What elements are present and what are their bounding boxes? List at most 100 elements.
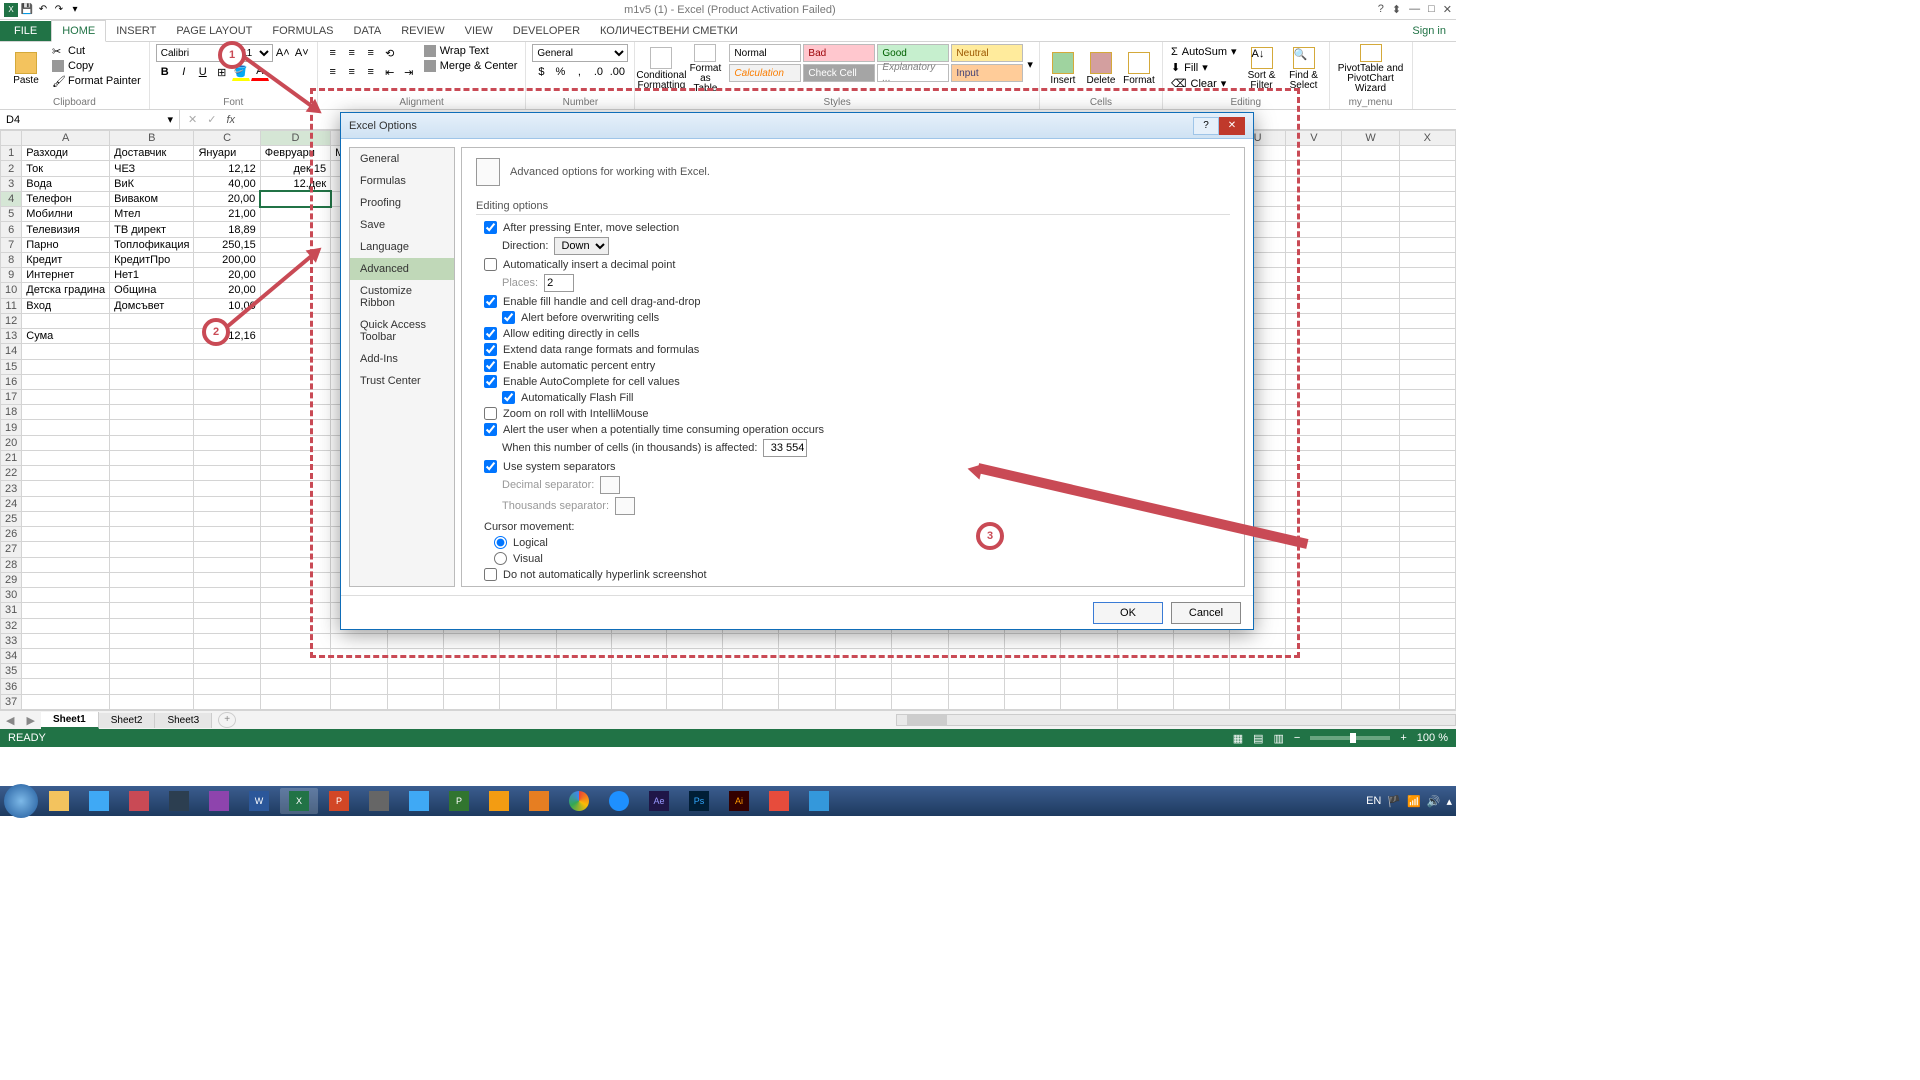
- cell[interactable]: [194, 496, 260, 511]
- cell[interactable]: [779, 679, 836, 694]
- cell[interactable]: [1286, 618, 1342, 633]
- cell[interactable]: Интернет: [22, 268, 110, 283]
- bold-button[interactable]: B: [156, 63, 174, 81]
- indent-inc-icon[interactable]: ⇥: [400, 63, 418, 81]
- cell[interactable]: [1342, 542, 1399, 557]
- cell[interactable]: [22, 648, 110, 663]
- percent-icon[interactable]: %: [551, 63, 569, 81]
- cell[interactable]: [110, 329, 194, 344]
- cell[interactable]: [260, 389, 330, 404]
- cell[interactable]: [1342, 618, 1399, 633]
- cell[interactable]: [835, 679, 891, 694]
- cell[interactable]: [260, 329, 330, 344]
- cell[interactable]: [1286, 679, 1342, 694]
- cell[interactable]: [1286, 511, 1342, 526]
- cell[interactable]: [260, 298, 330, 313]
- cell[interactable]: [387, 679, 443, 694]
- cell[interactable]: [110, 648, 194, 663]
- nav-general[interactable]: General: [350, 148, 454, 170]
- fill-button[interactable]: ⬇Fill▾: [1169, 60, 1239, 75]
- cell[interactable]: [110, 389, 194, 404]
- dialog-close-button[interactable]: ✕: [1219, 117, 1245, 135]
- underline-button[interactable]: U: [194, 63, 212, 81]
- enter-formula-icon[interactable]: ✓: [207, 113, 216, 126]
- cell[interactable]: [779, 694, 836, 709]
- cell[interactable]: [1399, 466, 1455, 481]
- cell[interactable]: [611, 633, 667, 648]
- cell[interactable]: [723, 679, 779, 694]
- cell[interactable]: 12.дек: [260, 176, 330, 191]
- cell[interactable]: [1286, 664, 1342, 679]
- cell[interactable]: [22, 557, 110, 572]
- cell[interactable]: 20,00: [194, 191, 260, 206]
- chk-use-system-separators[interactable]: [484, 460, 497, 473]
- cell[interactable]: [260, 435, 330, 450]
- cell[interactable]: [110, 527, 194, 542]
- cell[interactable]: [1342, 237, 1399, 252]
- cell[interactable]: [1399, 511, 1455, 526]
- cell[interactable]: [110, 618, 194, 633]
- cell[interactable]: [22, 405, 110, 420]
- save-icon[interactable]: 💾: [20, 3, 34, 17]
- pivot-wizard-button[interactable]: PivotTable and PivotChart Wizard: [1336, 44, 1406, 94]
- cell[interactable]: [500, 664, 556, 679]
- cell[interactable]: Нет1: [110, 268, 194, 283]
- chk-fill-handle[interactable]: [484, 295, 497, 308]
- cell[interactable]: [22, 359, 110, 374]
- cell[interactable]: [22, 496, 110, 511]
- cell[interactable]: [110, 466, 194, 481]
- cell[interactable]: Ток: [22, 161, 110, 176]
- cell[interactable]: [1286, 588, 1342, 603]
- taskbar-chrome[interactable]: [560, 788, 598, 814]
- align-middle-icon[interactable]: ≡: [343, 44, 361, 62]
- paste-button[interactable]: Paste: [6, 44, 46, 94]
- cell[interactable]: [110, 679, 194, 694]
- cell[interactable]: [1286, 252, 1342, 267]
- cell[interactable]: [110, 481, 194, 496]
- cell[interactable]: [1342, 557, 1399, 572]
- direction-select[interactable]: Down: [554, 237, 609, 255]
- cell[interactable]: [1173, 694, 1229, 709]
- style-checkcell[interactable]: Check Cell: [803, 64, 875, 82]
- cell[interactable]: [1061, 664, 1117, 679]
- cell[interactable]: [1286, 405, 1342, 420]
- taskbar-app[interactable]: [520, 788, 558, 814]
- cell[interactable]: [1399, 222, 1455, 237]
- cancel-formula-icon[interactable]: ✕: [188, 113, 197, 126]
- chk-auto-decimal[interactable]: [484, 258, 497, 271]
- align-center-icon[interactable]: ≡: [343, 63, 361, 81]
- cell[interactable]: [1342, 648, 1399, 663]
- cell[interactable]: [1061, 679, 1117, 694]
- cell[interactable]: [1173, 664, 1229, 679]
- cell[interactable]: [22, 572, 110, 587]
- taskbar-excel[interactable]: X: [280, 788, 318, 814]
- cell[interactable]: [1173, 679, 1229, 694]
- cell[interactable]: [260, 450, 330, 465]
- cell[interactable]: [1342, 359, 1399, 374]
- cell[interactable]: [1342, 420, 1399, 435]
- cell[interactable]: [194, 557, 260, 572]
- cell[interactable]: [22, 588, 110, 603]
- scrollbar-thumb[interactable]: [907, 715, 947, 725]
- tab-review[interactable]: REVIEW: [391, 21, 454, 41]
- cell[interactable]: Сума: [22, 329, 110, 344]
- cell[interactable]: [1342, 664, 1399, 679]
- cell[interactable]: [1004, 694, 1061, 709]
- minimize-icon[interactable]: —: [1409, 3, 1420, 16]
- tab-insert[interactable]: INSERT: [106, 21, 166, 41]
- cell[interactable]: [110, 405, 194, 420]
- dialog-help-button[interactable]: ?: [1193, 117, 1219, 135]
- cell[interactable]: [260, 694, 330, 709]
- chk-autocomplete[interactable]: [484, 375, 497, 388]
- cell[interactable]: [835, 633, 891, 648]
- cell[interactable]: дек.15: [260, 161, 330, 176]
- cell[interactable]: [1286, 146, 1342, 161]
- sheet-tab[interactable]: Sheet3: [155, 713, 212, 728]
- cell[interactable]: [22, 542, 110, 557]
- cell[interactable]: [1399, 435, 1455, 450]
- wrap-text-button[interactable]: Wrap Text: [422, 44, 520, 58]
- cell[interactable]: [1286, 389, 1342, 404]
- delete-cells-button[interactable]: Delete: [1084, 44, 1118, 94]
- tray-chevron-icon[interactable]: ▴: [1446, 795, 1452, 808]
- cell[interactable]: [260, 222, 330, 237]
